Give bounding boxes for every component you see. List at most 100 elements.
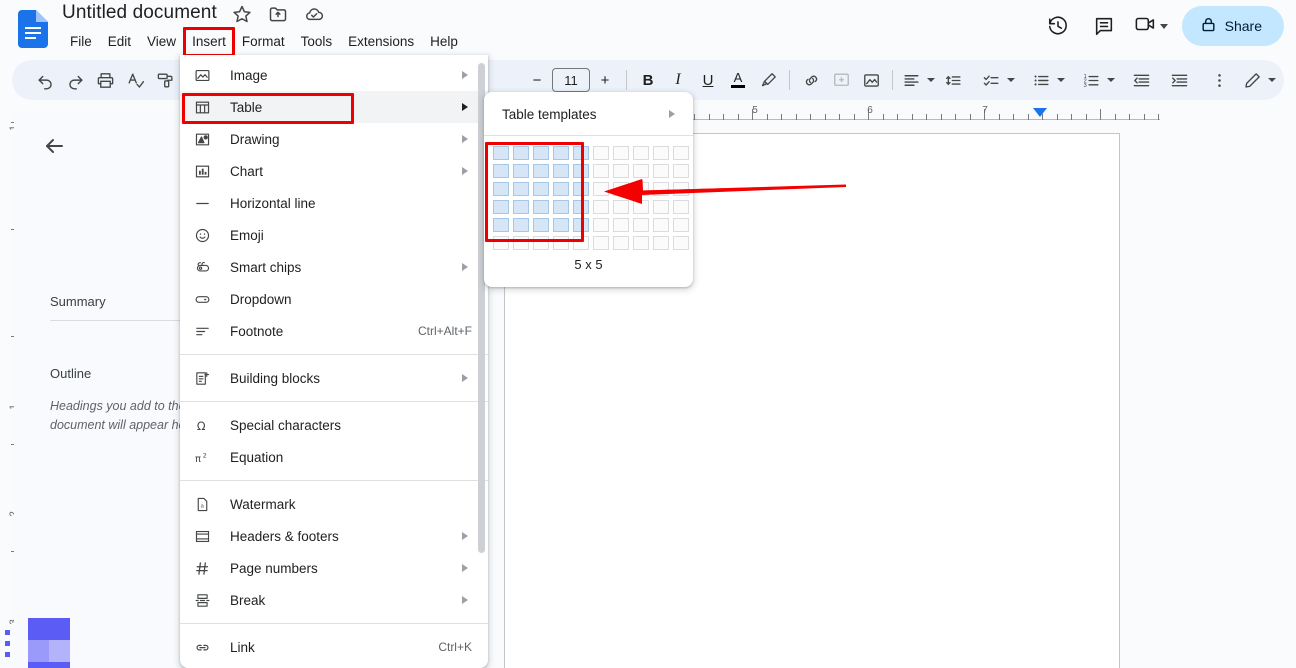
menu-file[interactable]: File (62, 30, 100, 53)
indent-marker[interactable] (1033, 108, 1047, 117)
print-icon[interactable] (90, 65, 120, 95)
insert-menu-item-break[interactable]: Break (180, 584, 488, 616)
grid-cell-1-6[interactable] (591, 144, 611, 162)
grid-cell-6-8[interactable] (631, 234, 651, 252)
align-icon[interactable] (896, 65, 926, 95)
add-comment-icon[interactable] (826, 65, 856, 95)
bottom-left-widget[interactable] (28, 618, 70, 668)
font-size-input[interactable]: 11 (552, 68, 590, 92)
grid-cell-4-2[interactable] (511, 198, 531, 216)
grid-cell-3-10[interactable] (671, 180, 691, 198)
grid-cell-6-10[interactable] (671, 234, 691, 252)
link-icon[interactable] (796, 65, 826, 95)
align-chevron-down-icon[interactable] (927, 78, 935, 82)
text-color-button[interactable]: A (723, 65, 753, 95)
grid-cell-6-5[interactable] (571, 234, 591, 252)
grid-cell-5-8[interactable] (631, 216, 651, 234)
grid-cell-5-1[interactable] (491, 216, 511, 234)
share-button[interactable]: Share (1181, 6, 1284, 46)
insert-menu-item-headers-footers[interactable]: Headers & footers (180, 520, 488, 552)
grid-cell-5-4[interactable] (551, 216, 571, 234)
increase-font-size-button[interactable]: + (590, 65, 620, 95)
insert-menu-item-dropdown[interactable]: Dropdown (180, 283, 488, 315)
grid-cell-3-8[interactable] (631, 180, 651, 198)
line-spacing-icon[interactable] (938, 65, 968, 95)
grid-cell-5-10[interactable] (671, 216, 691, 234)
table-size-grid[interactable] (491, 144, 691, 252)
grid-cell-1-9[interactable] (651, 144, 671, 162)
menu-format[interactable]: Format (234, 30, 293, 53)
grid-cell-4-8[interactable] (631, 198, 651, 216)
grid-cell-5-2[interactable] (511, 216, 531, 234)
grid-cell-5-5[interactable] (571, 216, 591, 234)
cloud-saved-icon[interactable] (304, 4, 324, 24)
insert-image-icon[interactable] (856, 65, 886, 95)
grid-cell-4-3[interactable] (531, 198, 551, 216)
grid-cell-2-3[interactable] (531, 162, 551, 180)
grid-cell-4-1[interactable] (491, 198, 511, 216)
decrease-indent-icon[interactable] (1126, 65, 1156, 95)
grid-cell-1-3[interactable] (531, 144, 551, 162)
insert-menu-item-special-characters[interactable]: Ω Special characters (180, 409, 488, 441)
underline-button[interactable]: U (693, 65, 723, 95)
checklist-chevron-down-icon[interactable] (1007, 78, 1015, 82)
redo-icon[interactable] (60, 65, 90, 95)
table-templates-item[interactable]: Table templates (484, 98, 693, 130)
bold-button[interactable]: B (633, 65, 663, 95)
grid-cell-1-4[interactable] (551, 144, 571, 162)
paint-format-icon[interactable] (150, 65, 180, 95)
grid-cell-4-6[interactable] (591, 198, 611, 216)
insert-menu-item-image[interactable]: Image (180, 59, 488, 91)
grid-cell-2-2[interactable] (511, 162, 531, 180)
insert-menu-item-page-numbers[interactable]: Page numbers (180, 552, 488, 584)
document-title[interactable]: Untitled document (62, 2, 217, 24)
version-history-icon[interactable] (1038, 6, 1078, 46)
grid-cell-2-6[interactable] (591, 162, 611, 180)
comment-icon[interactable] (1084, 6, 1124, 46)
insert-menu-item-building-blocks[interactable]: Building blocks (180, 362, 488, 394)
grid-cell-6-9[interactable] (651, 234, 671, 252)
bulleted-list-chevron-down-icon[interactable] (1057, 78, 1065, 82)
bulleted-list-icon[interactable] (1026, 65, 1056, 95)
more-options-icon[interactable] (1204, 65, 1234, 95)
drag-handle-dots[interactable] (5, 630, 10, 660)
grid-cell-6-1[interactable] (491, 234, 511, 252)
insert-menu-item-link[interactable]: Link Ctrl+K (180, 631, 488, 663)
insert-menu-item-horizontal-line[interactable]: Horizontal line (180, 187, 488, 219)
grid-cell-1-5[interactable] (571, 144, 591, 162)
menu-help[interactable]: Help (422, 30, 466, 53)
grid-cell-1-2[interactable] (511, 144, 531, 162)
insert-menu-item-equation[interactable]: π 2 Equation (180, 441, 488, 473)
grid-cell-6-7[interactable] (611, 234, 631, 252)
insert-menu-item-emoji[interactable]: Emoji (180, 219, 488, 251)
grid-cell-4-4[interactable] (551, 198, 571, 216)
grid-cell-3-3[interactable] (531, 180, 551, 198)
video-camera-button[interactable] (1130, 13, 1172, 40)
insert-menu-item-table[interactable]: Table (180, 91, 488, 123)
move-to-folder-icon[interactable] (268, 4, 288, 24)
grid-cell-5-9[interactable] (651, 216, 671, 234)
grid-cell-2-1[interactable] (491, 162, 511, 180)
menu-edit[interactable]: Edit (100, 30, 139, 53)
highlight-icon[interactable] (753, 65, 783, 95)
grid-cell-1-7[interactable] (611, 144, 631, 162)
grid-cell-1-10[interactable] (671, 144, 691, 162)
back-arrow-icon[interactable] (42, 134, 66, 158)
grid-cell-2-7[interactable] (611, 162, 631, 180)
spellcheck-icon[interactable] (120, 65, 150, 95)
grid-cell-3-1[interactable] (491, 180, 511, 198)
grid-cell-6-3[interactable] (531, 234, 551, 252)
menu-view[interactable]: View (139, 30, 184, 53)
menu-insert[interactable]: Insert (183, 27, 235, 57)
grid-cell-3-5[interactable] (571, 180, 591, 198)
grid-cell-2-10[interactable] (671, 162, 691, 180)
grid-cell-5-7[interactable] (611, 216, 631, 234)
grid-cell-5-6[interactable] (591, 216, 611, 234)
grid-cell-3-2[interactable] (511, 180, 531, 198)
grid-cell-1-8[interactable] (631, 144, 651, 162)
star-icon[interactable] (232, 4, 252, 24)
grid-cell-6-4[interactable] (551, 234, 571, 252)
menu-tools[interactable]: Tools (293, 30, 341, 53)
grid-cell-3-6[interactable] (591, 180, 611, 198)
grid-cell-4-5[interactable] (571, 198, 591, 216)
